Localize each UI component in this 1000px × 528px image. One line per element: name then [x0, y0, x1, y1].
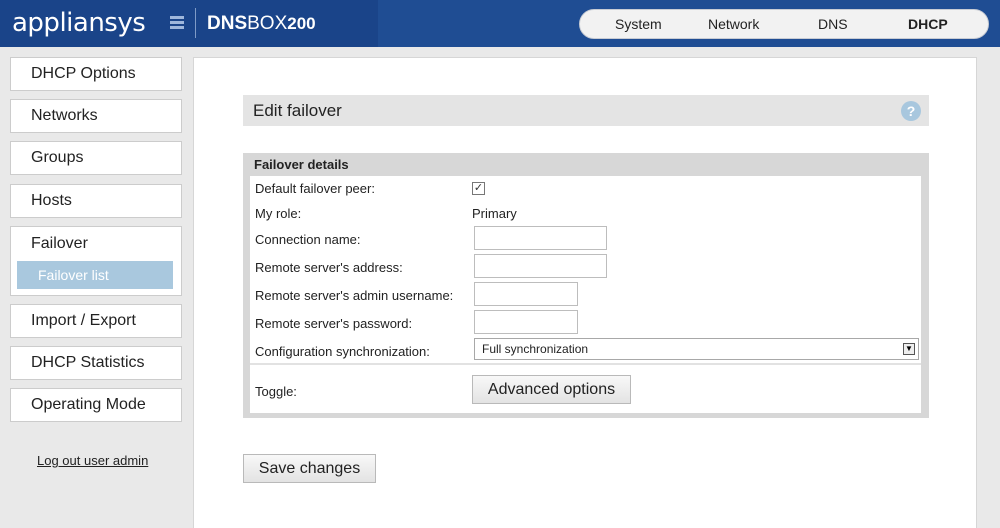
logo-stripes-icon [170, 16, 184, 30]
sidebar-item-dhcp-statistics[interactable]: DHCP Statistics [10, 346, 182, 380]
default-peer-checkbox[interactable]: ✓ [472, 182, 485, 195]
default-peer-label: Default failover peer: [255, 181, 375, 196]
remote-address-label: Remote server's address: [255, 260, 403, 275]
config-sync-label: Configuration synchronization: [255, 344, 430, 359]
my-role-label: My role: [255, 206, 302, 221]
toggle-label: Toggle: [255, 384, 297, 399]
product-model-number: 200 [287, 14, 316, 33]
sidebar-item-failover[interactable]: Failover [31, 235, 88, 253]
brand-block: appliansys DNSBOX200 [0, 0, 378, 47]
sidebar-item-networks[interactable]: Networks [10, 99, 182, 133]
sidebar-item-operating-mode[interactable]: Operating Mode [10, 388, 182, 422]
connection-name-input[interactable] [474, 226, 607, 250]
failover-details-fieldset: Failover details Default failover peer: … [243, 153, 929, 418]
sidebar-item-groups[interactable]: Groups [10, 141, 182, 175]
save-changes-button[interactable]: Save changes [243, 454, 376, 483]
page-title-bar: Edit failover ? [243, 95, 929, 126]
remote-password-label: Remote server's password: [255, 316, 413, 331]
connection-name-label: Connection name: [255, 232, 361, 247]
remote-username-label: Remote server's admin username: [255, 288, 454, 303]
header-divider [195, 8, 196, 38]
product-name-light: BOX [247, 13, 288, 34]
appliansys-logo: appliansys [12, 8, 146, 38]
remote-username-input[interactable] [474, 282, 578, 306]
sidebar-item-dhcp-options[interactable]: DHCP Options [10, 57, 182, 91]
sidebar-item-hosts[interactable]: Hosts [10, 184, 182, 218]
top-header: appliansys DNSBOX200 System Network DNS … [0, 0, 1000, 47]
nav-network[interactable]: Network [708, 10, 759, 38]
remote-address-input[interactable] [474, 254, 607, 278]
logout-link[interactable]: Log out user admin [37, 453, 148, 468]
product-name: DNSBOX200 [207, 12, 316, 36]
page-title: Edit failover [253, 101, 342, 120]
nav-dns[interactable]: DNS [818, 10, 848, 38]
main-panel: Edit failover ? Failover details Default… [193, 57, 977, 528]
fieldset-body: Default failover peer: ✓ My role: Primar… [250, 176, 921, 413]
dropdown-arrow-icon[interactable]: ▼ [903, 343, 915, 355]
sidebar-item-import-export[interactable]: Import / Export [10, 304, 182, 338]
help-icon[interactable]: ? [901, 101, 921, 121]
sidebar-subitem-failover-list[interactable]: Failover list [17, 261, 173, 289]
nav-system[interactable]: System [615, 10, 662, 38]
config-sync-select[interactable]: Full synchronization ▼ [474, 338, 919, 360]
fieldset-title: Failover details [254, 157, 349, 172]
product-name-strong: DNS [207, 13, 248, 34]
sidebar-group-failover: Failover Failover list [10, 226, 182, 296]
my-role-value: Primary [472, 206, 517, 221]
config-sync-selected-value: Full synchronization [482, 342, 589, 356]
fieldset-divider [250, 363, 921, 365]
remote-password-input[interactable] [474, 310, 578, 334]
top-navigation: System Network DNS DHCP [579, 9, 989, 39]
nav-dhcp[interactable]: DHCP [908, 10, 948, 38]
advanced-options-button[interactable]: Advanced options [472, 375, 631, 404]
